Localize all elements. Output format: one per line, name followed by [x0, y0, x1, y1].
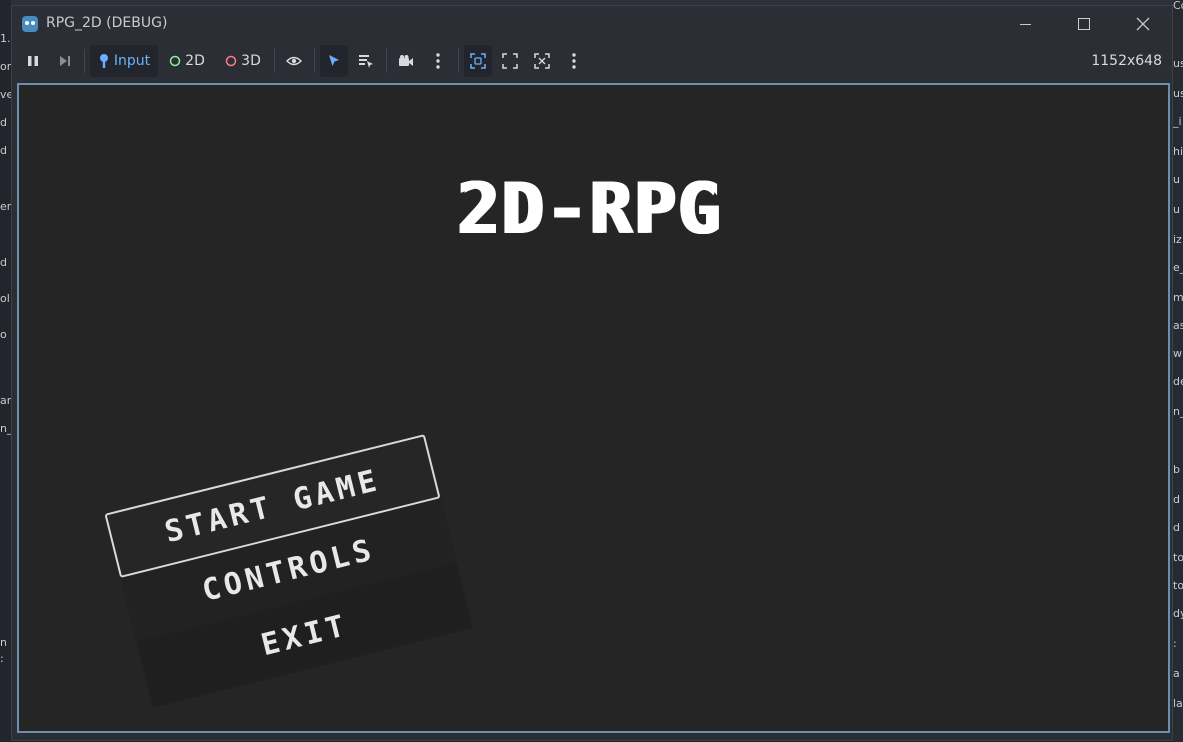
list-cursor-icon: [359, 55, 373, 68]
game-window: RPG_2D (DEBUG) Input 2D 3D 1152x648 2D-R…: [11, 5, 1173, 741]
close-icon: [1136, 17, 1150, 31]
list-select-button[interactable]: [352, 45, 380, 77]
stretch-button[interactable]: [528, 45, 556, 77]
editor-right-snippet: dy: [1173, 608, 1183, 620]
joystick-icon: [99, 54, 108, 68]
editor-right-snippet: a: [1173, 668, 1180, 680]
editor-right-snippet: w: [1173, 348, 1182, 360]
editor-right-snippet: us: [1173, 58, 1183, 70]
editor-left-snippet: d: [0, 116, 7, 129]
embed-focus-button[interactable]: [464, 45, 492, 77]
toolbar-separator: [314, 49, 315, 73]
expand-icon: [534, 53, 550, 69]
editor-background-right: [1173, 0, 1183, 742]
editor-left-snippet: or: [0, 60, 11, 73]
input-toggle-label: Input: [113, 53, 151, 69]
editor-right-snippet: us: [1173, 88, 1183, 100]
maximize-icon: [1078, 18, 1090, 30]
editor-left-snippet: n_: [0, 422, 11, 435]
title-bar[interactable]: RPG_2D (DEBUG): [12, 6, 1172, 42]
camera-button[interactable]: [392, 45, 420, 77]
keep-aspect-button[interactable]: [496, 45, 524, 77]
editor-right-snippet: d: [1173, 494, 1180, 506]
editor-right-snippet: d: [1173, 522, 1180, 534]
editor-right-snippet: m: [1173, 292, 1183, 304]
editor-right-snippet: _i: [1173, 116, 1182, 128]
cursor-arrow-icon: [329, 55, 339, 66]
editor-right-snippet: :: [1173, 638, 1177, 650]
debug-toolbar: Input 2D 3D 1152x648: [12, 42, 1172, 82]
kebab-menu-icon: [572, 53, 576, 69]
select-tool-button[interactable]: [320, 45, 348, 77]
editor-left-snippet: ar: [0, 394, 11, 407]
circle-3d-icon: [225, 55, 237, 67]
godot-icon: [22, 16, 38, 32]
camera-options-button[interactable]: [424, 45, 452, 77]
kebab-menu-icon: [436, 53, 440, 69]
mode-2d-label: 2D: [185, 53, 205, 69]
window-title: RPG_2D (DEBUG): [46, 15, 168, 31]
resolution-label: 1152x648: [1091, 53, 1162, 69]
editor-background-left: [0, 0, 11, 742]
editor-right-snippet: n_: [1173, 406, 1183, 418]
mode-3d-label: 3D: [241, 53, 261, 69]
circle-2d-icon: [169, 55, 181, 67]
maximize-button[interactable]: [1055, 6, 1113, 42]
editor-left-snippet: 1.: [0, 32, 11, 45]
embed-options-button[interactable]: [560, 45, 588, 77]
pause-icon: [28, 56, 38, 66]
editor-right-snippet: as: [1173, 320, 1183, 332]
game-viewport[interactable]: 2D-RPG START GAME CONTROLS EXIT: [17, 83, 1170, 733]
editor-left-snippet: :: [0, 652, 4, 665]
mode-2d-button[interactable]: 2D: [164, 45, 210, 77]
mode-3d-button[interactable]: 3D: [218, 45, 268, 77]
toolbar-separator: [458, 49, 459, 73]
editor-right-snippet: Contro: [1173, 0, 1183, 12]
next-frame-icon: [60, 56, 70, 66]
camera-icon: [399, 55, 413, 66]
editor-right-snippet: e_: [1173, 262, 1183, 274]
editor-right-snippet: to: [1173, 552, 1183, 564]
editor-right-snippet: u: [1173, 174, 1180, 186]
minimize-button[interactable]: [996, 6, 1054, 42]
input-toggle-button[interactable]: Input: [90, 45, 158, 77]
editor-left-snippet: ve: [0, 88, 11, 101]
minimize-icon: [1019, 23, 1031, 25]
focus-frame-icon: [470, 53, 486, 69]
editor-left-snippet: n: [0, 636, 7, 649]
eye-icon: [286, 56, 302, 66]
editor-right-snippet: u: [1173, 204, 1180, 216]
fullscreen-corners-icon: [502, 53, 518, 69]
toolbar-separator: [274, 49, 275, 73]
editor-right-snippet: to: [1173, 580, 1183, 592]
editor-left-snippet: d: [0, 256, 7, 269]
editor-left-snippet: ol: [0, 292, 10, 305]
editor-right-snippet: iz: [1173, 234, 1182, 246]
editor-left-snippet: d: [0, 144, 7, 157]
editor-left-snippet: er: [0, 200, 11, 213]
editor-right-snippet: de: [1173, 376, 1183, 388]
pause-button[interactable]: [20, 45, 46, 77]
main-menu: START GAME CONTROLS EXIT: [104, 434, 473, 708]
editor-right-snippet: la: [1173, 698, 1183, 710]
toolbar-separator: [386, 49, 387, 73]
editor-left-snippet: o: [0, 328, 7, 341]
game-title: 2D-RPG: [456, 168, 722, 250]
toolbar-separator: [84, 49, 85, 73]
editor-right-snippet: b: [1173, 464, 1180, 476]
editor-right-snippet: hi: [1173, 146, 1183, 158]
visibility-button[interactable]: [280, 45, 308, 77]
close-button[interactable]: [1114, 6, 1172, 42]
next-frame-button[interactable]: [52, 45, 78, 77]
